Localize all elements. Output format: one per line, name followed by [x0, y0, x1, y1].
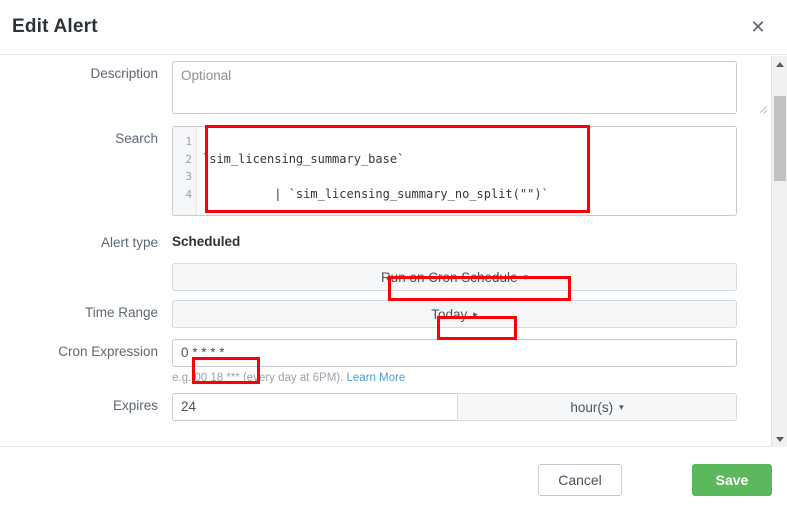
schedule-label: [0, 263, 172, 268]
row-schedule: Run on Cron Schedule ▾: [0, 263, 770, 291]
expires-label: Expires: [112, 398, 158, 413]
schedule-select-value: Run on Cron Schedule: [380, 269, 518, 285]
description-field-wrap: Optional: [172, 61, 770, 114]
vertical-scrollbar[interactable]: [771, 56, 787, 447]
cron-hint: e.g. 00 18 *** (every day at 6PM). Learn…: [172, 372, 770, 384]
line-number-gutter: 1 2 3 4: [173, 127, 197, 215]
dialog-body-scroll-region: Description Optional Search 1 2 3 4 `sim…: [0, 55, 787, 447]
row-alert-type: Alert type Scheduled: [0, 230, 770, 250]
code-line: | `sim_licensing_summary_no_split("")`: [202, 186, 549, 201]
chevron-down-icon: [775, 436, 784, 442]
expires-field-wrap: 24 hour(s) ▾: [172, 393, 770, 421]
alert-type-value-wrap: Scheduled: [172, 230, 770, 249]
chevron-down-icon: ▾: [619, 401, 624, 412]
schedule-field-wrap: Run on Cron Schedule ▾: [172, 263, 770, 291]
dialog-footer: Cancel Save: [0, 447, 787, 514]
cron-expression-label: Cron Expression: [58, 344, 158, 359]
resize-handle-icon[interactable]: [758, 103, 768, 113]
expires-value-input[interactable]: 24: [172, 393, 457, 421]
alert-type-value: Scheduled: [172, 234, 241, 249]
time-range-value: Today: [431, 306, 468, 322]
chevron-up-icon: [775, 61, 784, 67]
cancel-button[interactable]: Cancel: [538, 464, 622, 496]
expires-unit-value: hour(s): [570, 399, 614, 415]
row-description: Description Optional: [0, 61, 770, 114]
description-label: Description: [90, 66, 158, 81]
code-line: `sim_licensing_summary_base`: [202, 151, 405, 166]
chevron-right-icon: ▸: [473, 308, 478, 319]
scrollbar-thumb[interactable]: [774, 96, 786, 181]
learn-more-link[interactable]: Learn More: [347, 372, 406, 384]
search-label: Search: [115, 131, 158, 146]
line-number: 2: [185, 152, 192, 166]
scroll-up-button[interactable]: [772, 56, 787, 72]
time-range-label: Time Range: [84, 305, 158, 320]
expires-unit-select[interactable]: hour(s) ▾: [457, 393, 737, 421]
description-input[interactable]: Optional: [172, 61, 737, 114]
dialog-header: Edit Alert ✕: [0, 0, 787, 55]
alert-type-label: Alert type: [100, 235, 158, 250]
time-range-field-wrap: Today ▸: [172, 300, 770, 328]
search-query-text[interactable]: `sim_licensing_summary_base` | `sim_lice…: [197, 127, 736, 215]
search-query-editor[interactable]: 1 2 3 4 `sim_licensing_summary_base` | `…: [172, 126, 737, 216]
line-number: 4: [185, 187, 192, 201]
save-button[interactable]: Save: [692, 464, 772, 496]
row-search: Search 1 2 3 4 `sim_licensing_summary_ba…: [0, 126, 770, 216]
line-number: 3: [185, 170, 192, 183]
cron-expression-input[interactable]: 0 * * * *: [172, 339, 737, 367]
cron-field-wrap: 0 * * * * e.g. 00 18 *** (every day at 6…: [172, 339, 770, 384]
search-field-wrap: 1 2 3 4 `sim_licensing_summary_base` | `…: [172, 126, 770, 216]
expires-control: 24 hour(s) ▾: [172, 393, 737, 421]
row-expires: Expires 24 hour(s) ▾: [0, 393, 770, 421]
time-range-select[interactable]: Today ▸: [172, 300, 737, 328]
edit-alert-dialog: Edit Alert ✕ Description Optional Search…: [0, 0, 787, 514]
form-container: Description Optional Search 1 2 3 4 `sim…: [0, 61, 770, 421]
page-title: Edit Alert: [12, 16, 98, 37]
chevron-down-icon: ▾: [523, 271, 529, 282]
close-icon[interactable]: ✕: [747, 17, 769, 39]
row-time-range: Time Range Today ▸: [0, 300, 770, 328]
line-number: 1: [185, 135, 192, 148]
schedule-select[interactable]: Run on Cron Schedule ▾: [172, 263, 737, 291]
cron-hint-text: e.g. 00 18 *** (every day at 6PM).: [172, 372, 347, 384]
scroll-down-button[interactable]: [772, 431, 787, 447]
row-cron-expression: Cron Expression 0 * * * * e.g. 00 18 ***…: [0, 339, 770, 384]
